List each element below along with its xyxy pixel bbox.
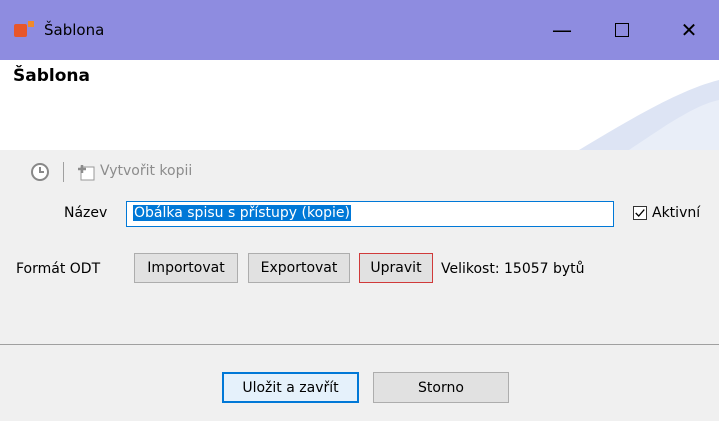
import-button[interactable]: Importovat xyxy=(134,253,238,283)
edit-button[interactable]: Upravit xyxy=(359,253,433,283)
export-button[interactable]: Exportovat xyxy=(248,253,350,283)
cancel-button[interactable]: Storno xyxy=(373,372,509,403)
app-logo-icon xyxy=(14,21,34,37)
save-close-button[interactable]: Uložit a zavřít xyxy=(222,372,359,403)
name-label: Název xyxy=(64,205,108,221)
page-title: Šablona xyxy=(13,66,90,86)
minimize-button[interactable]: — xyxy=(532,0,592,60)
history-icon[interactable] xyxy=(30,162,50,182)
window-titlebar: Šablona — ✕ xyxy=(0,0,719,60)
copy-icon xyxy=(78,165,95,181)
format-label: Formát ODT xyxy=(16,261,101,277)
size-text: Velikost: 15057 bytů xyxy=(441,261,585,277)
window-title: Šablona xyxy=(44,21,105,39)
toolbar: Vytvořit kopii xyxy=(0,150,719,192)
active-checkbox[interactable] xyxy=(633,206,647,220)
toolbar-separator xyxy=(63,162,64,182)
active-label: Aktivní xyxy=(652,205,701,221)
close-button[interactable]: ✕ xyxy=(659,0,719,60)
header-banner: Šablona xyxy=(0,60,719,150)
close-icon: ✕ xyxy=(680,18,698,42)
copy-button[interactable]: Vytvořit kopii xyxy=(100,163,192,179)
maximize-button[interactable] xyxy=(592,0,652,60)
minimize-icon: — xyxy=(552,18,572,42)
banner-decoration xyxy=(579,80,719,150)
name-input[interactable]: Obálka spisu s přístupy (kopie) xyxy=(126,201,614,227)
footer-divider xyxy=(0,344,719,345)
name-value: Obálka spisu s přístupy (kopie) xyxy=(133,205,351,221)
maximize-icon xyxy=(615,23,629,37)
checkmark-icon xyxy=(635,209,645,217)
